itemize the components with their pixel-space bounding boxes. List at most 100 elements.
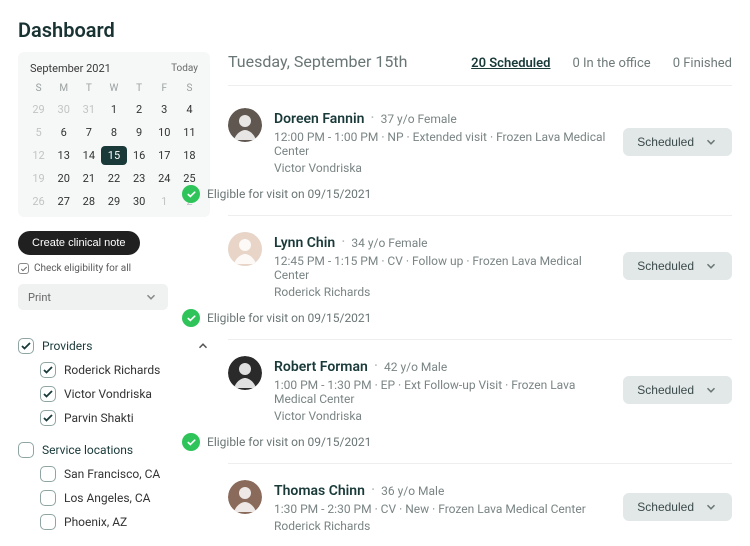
location-item[interactable]: San Francisco, CA: [40, 466, 210, 482]
schedule-tab[interactable]: 20 Scheduled: [471, 56, 550, 71]
calendar-day[interactable]: 30: [127, 192, 152, 211]
calendar-dow-label: S: [26, 81, 51, 96]
calendar-day[interactable]: 12: [26, 146, 51, 165]
calendar-day[interactable]: 30: [51, 100, 76, 119]
filter-providers-label: Providers: [42, 339, 92, 353]
appointment-provider: Roderick Richards: [274, 519, 611, 533]
chevron-down-icon: [144, 290, 158, 304]
calendar-day[interactable]: 18: [177, 146, 202, 165]
calendar-day[interactable]: 13: [51, 146, 76, 165]
sidebar: September 2021 Today SMTWTFS293031123456…: [18, 52, 210, 546]
provider-item[interactable]: Roderick Richards: [40, 362, 210, 378]
schedule-tab[interactable]: 0 Finished: [673, 56, 732, 71]
calendar-dow-label: S: [177, 81, 202, 96]
calendar-day[interactable]: 10: [152, 123, 177, 142]
create-clinical-note-button[interactable]: Create clinical note: [18, 231, 140, 255]
status-label: Scheduled: [637, 259, 694, 273]
appointment-row: Robert Forman·42 y/o Male1:00 PM - 1:30 …: [228, 340, 732, 464]
status-dropdown[interactable]: Scheduled: [623, 252, 732, 280]
provider-item-label: Parvin Shakti: [64, 411, 134, 425]
checkbox-icon: [40, 514, 56, 530]
print-dropdown[interactable]: Print: [18, 284, 168, 310]
calendar-day[interactable]: 20: [51, 169, 76, 188]
chevron-down-icon: [704, 135, 718, 149]
calendar-day[interactable]: 16: [127, 146, 152, 165]
calendar-dow-label: T: [127, 81, 152, 96]
appointment-row: Doreen Fannin·37 y/o Female12:00 PM - 1:…: [228, 92, 732, 216]
separator-dot: ·: [370, 108, 374, 127]
patient-name[interactable]: Lynn Chin: [274, 235, 335, 251]
calendar-day[interactable]: 26: [26, 192, 51, 211]
calendar-day[interactable]: 28: [76, 192, 101, 211]
status-label: Scheduled: [637, 383, 694, 397]
calendar-day[interactable]: 29: [26, 100, 51, 119]
calendar-day[interactable]: 15: [101, 146, 126, 165]
appointment-provider: Victor Vondriska: [274, 161, 611, 175]
eligibility-text: Eligible for visit on 09/15/2021: [207, 311, 371, 325]
status-label: Scheduled: [637, 135, 694, 149]
calendar-day[interactable]: 3: [152, 100, 177, 119]
status-dropdown[interactable]: Scheduled: [623, 376, 732, 404]
avatar: [228, 108, 262, 142]
calendar-day[interactable]: 5: [26, 123, 51, 142]
provider-item[interactable]: Parvin Shakti: [40, 410, 210, 426]
main: Tuesday, September 15th 20 Scheduled 0 In…: [228, 52, 732, 546]
patient-name[interactable]: Robert Forman: [274, 359, 368, 375]
eligibility-row: Eligible for visit on 09/15/2021: [182, 185, 732, 203]
checkbox-icon: [18, 442, 34, 458]
calendar-day[interactable]: 14: [76, 146, 101, 165]
avatar: [228, 480, 262, 514]
patient-name[interactable]: Doreen Fannin: [274, 111, 364, 127]
avatar: [228, 356, 262, 390]
calendar-day[interactable]: 11: [177, 123, 202, 142]
appointment-row: Lynn Chin·34 y/o Female12:45 PM - 1:15 P…: [228, 216, 732, 340]
calendar-day[interactable]: 1: [101, 100, 126, 119]
checkbox-icon: [18, 338, 34, 354]
checkbox-icon: [40, 386, 56, 402]
provider-item-label: Roderick Richards: [64, 363, 160, 377]
calendar-day[interactable]: 31: [76, 100, 101, 119]
status-dropdown[interactable]: Scheduled: [623, 128, 732, 156]
calendar-day[interactable]: 27: [51, 192, 76, 211]
eligibility-row: Eligible for visit on 09/15/2021: [182, 433, 732, 451]
checkbox-icon: [40, 362, 56, 378]
location-item[interactable]: Los Angeles, CA: [40, 490, 210, 506]
provider-item-label: Victor Vondriska: [64, 387, 152, 401]
calendar-day[interactable]: 29: [101, 192, 126, 211]
schedule-date: Tuesday, September 15th: [228, 52, 449, 71]
calendar-day[interactable]: 22: [101, 169, 126, 188]
calendar-day[interactable]: 7: [76, 123, 101, 142]
calendar-dow-label: W: [101, 81, 126, 96]
status-dropdown[interactable]: Scheduled: [623, 493, 732, 521]
calendar-day[interactable]: 24: [152, 169, 177, 188]
provider-item[interactable]: Victor Vondriska: [40, 386, 210, 402]
filter-providers-header[interactable]: Providers: [18, 338, 210, 354]
calendar-day[interactable]: 9: [127, 123, 152, 142]
chevron-up-icon: [196, 339, 210, 353]
location-item[interactable]: Phoenix, AZ: [40, 514, 210, 530]
patient-name[interactable]: Thomas Chinn: [274, 483, 365, 499]
eligibility-text: Eligible for visit on 09/15/2021: [207, 435, 371, 449]
calendar-day[interactable]: 4: [177, 100, 202, 119]
separator-dot: ·: [371, 480, 375, 499]
calendar-day[interactable]: 6: [51, 123, 76, 142]
calendar-day[interactable]: 17: [152, 146, 177, 165]
checkbox-icon: [40, 466, 56, 482]
calendar-dow-label: T: [76, 81, 101, 96]
calendar-today-link[interactable]: Today: [171, 63, 198, 74]
calendar-day[interactable]: 1: [152, 192, 177, 211]
calendar-day[interactable]: 2: [127, 100, 152, 119]
print-label: Print: [28, 291, 51, 304]
calendar-day[interactable]: 23: [127, 169, 152, 188]
schedule-tab[interactable]: 0 In the office: [572, 56, 650, 71]
calendar-day[interactable]: 21: [76, 169, 101, 188]
separator-dot: ·: [341, 232, 345, 251]
check-eligibility-all[interactable]: Check eligibility for all: [18, 263, 210, 274]
appointment-detail: 1:00 PM - 1:30 PM · EP · Ext Follow-up V…: [274, 378, 611, 406]
patient-demographics: 37 y/o Female: [381, 112, 457, 126]
patient-demographics: 42 y/o Male: [384, 360, 447, 374]
calendar-day[interactable]: 8: [101, 123, 126, 142]
calendar-day[interactable]: 19: [26, 169, 51, 188]
checkbox-icon: [40, 410, 56, 426]
check-circle-icon: [182, 309, 200, 327]
